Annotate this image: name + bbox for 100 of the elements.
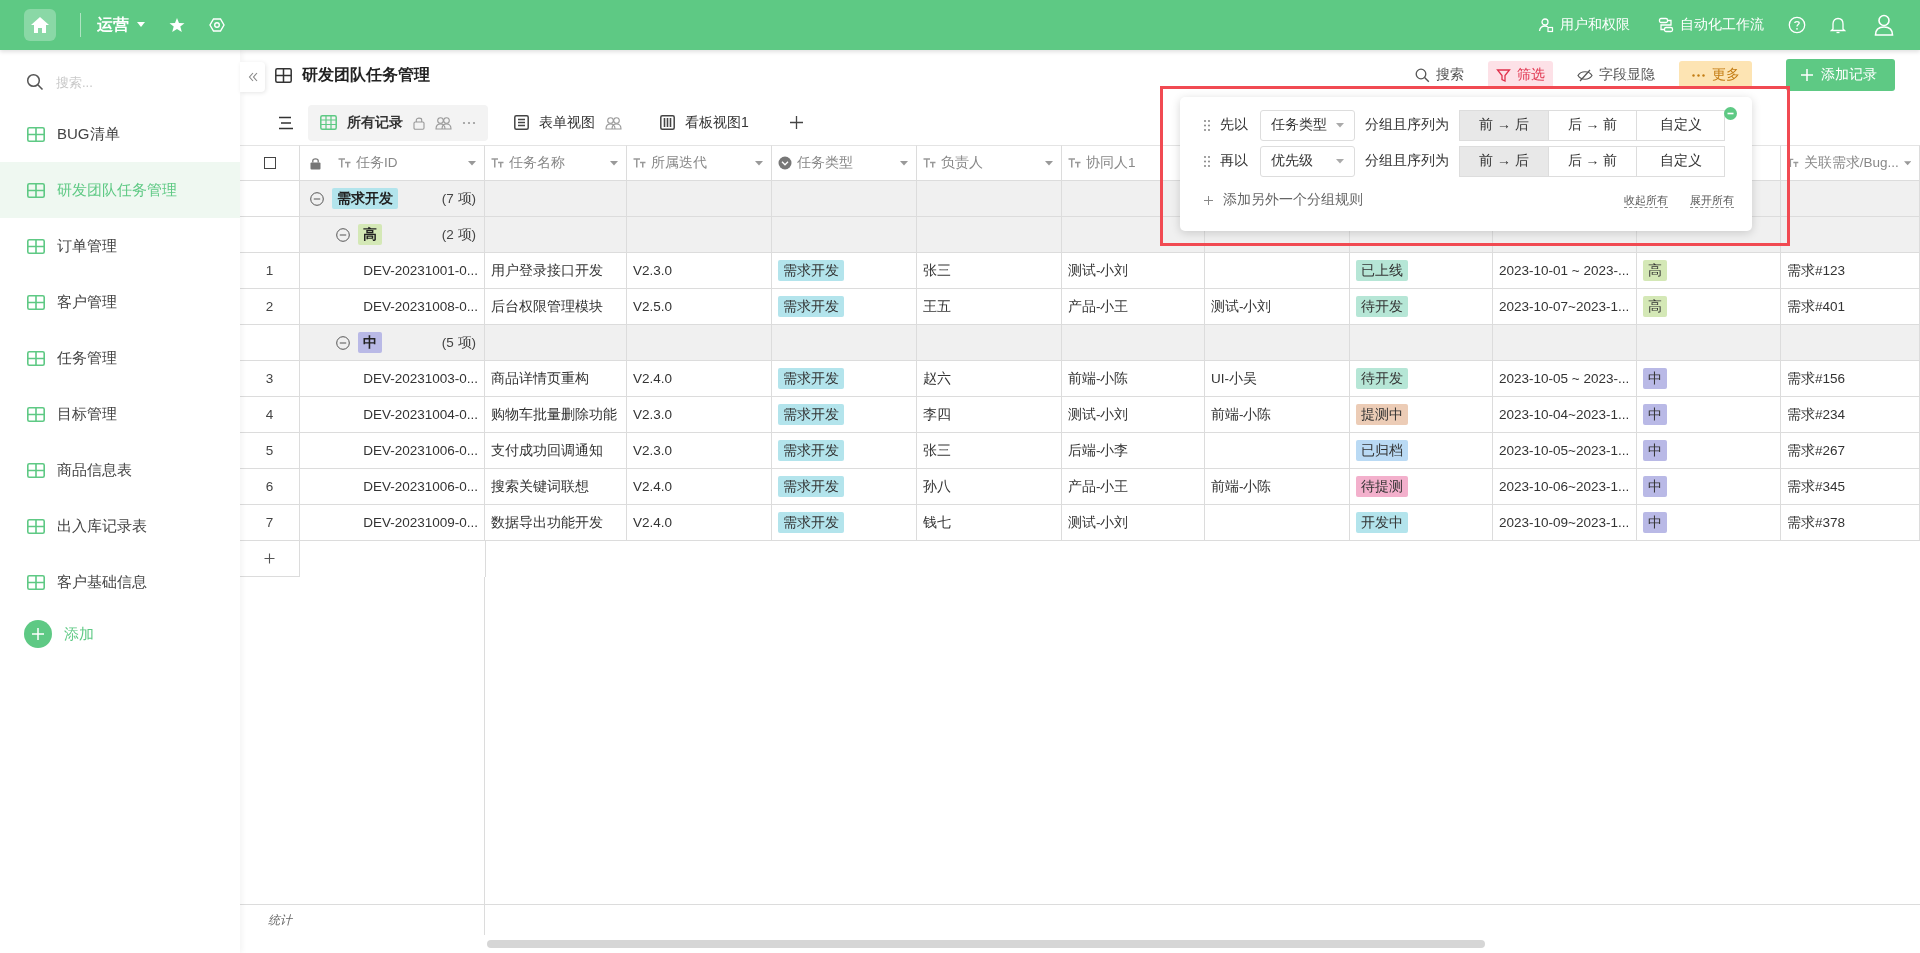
settings-icon[interactable] (209, 17, 225, 33)
table-icon (275, 67, 292, 83)
status-tag: 待开发 (1356, 296, 1408, 317)
sidebar-item[interactable]: 任务管理 (0, 330, 240, 386)
column-header[interactable]: 任务名称 (485, 145, 627, 181)
sidebar-item[interactable]: 目标管理 (0, 386, 240, 442)
sidebar-item[interactable]: 客户管理 (0, 274, 240, 330)
column-title: 关联需求/Bug... (1803, 154, 1899, 172)
toolbar-button[interactable]: 筛选 (1488, 61, 1553, 89)
status-tag: 待提测 (1356, 476, 1408, 497)
caret-icon[interactable] (468, 160, 476, 166)
sidebar-item[interactable]: BUG清单 (0, 106, 240, 162)
column-header[interactable]: 负责人 (917, 145, 1062, 181)
sidebar-item[interactable]: 订单管理 (0, 218, 240, 274)
text-field-icon (1068, 158, 1081, 168)
table-cell: 用户登录接口开发 (485, 253, 627, 289)
priority-tag: 中 (1643, 440, 1667, 461)
remove-icon[interactable] (1724, 107, 1737, 120)
dropdown-field-icon (778, 156, 792, 170)
home-button[interactable] (24, 9, 56, 41)
table-cell: 2023-10-06~2023-1... (1493, 469, 1637, 505)
table-cell: 数据导出功能开发 (485, 505, 627, 541)
expand-all-link[interactable]: 展开所有 (1690, 192, 1734, 208)
star-icon[interactable] (169, 17, 185, 33)
column-header[interactable]: 任务ID (300, 145, 485, 181)
status-tag: 提测中 (1356, 404, 1408, 425)
field-dropdown[interactable]: 优先级 (1260, 145, 1355, 177)
sidebar-item[interactable]: 客户基础信息 (0, 554, 240, 610)
view-tab[interactable]: 表单视图 (502, 104, 634, 141)
table-cell: DEV-20231001-0... (300, 253, 485, 289)
table-cell: V2.4.0 (627, 505, 772, 541)
table-cell: 需求#156 (1781, 361, 1920, 397)
caret-icon (1336, 122, 1344, 128)
toolbar-button[interactable]: 搜索 (1407, 61, 1472, 89)
table-cell: 2023-10-09~2023-1... (1493, 505, 1637, 541)
collapse-icon[interactable] (310, 191, 324, 206)
sidebar-item[interactable]: 商品信息表 (0, 442, 240, 498)
collapse-sidebar-button[interactable] (240, 62, 265, 92)
toolbar-button[interactable]: 字段显隐 (1569, 61, 1663, 89)
drag-handle-icon[interactable] (1204, 155, 1210, 167)
group-header[interactable]: 需求开发 (7 项) (300, 181, 485, 217)
select-all-checkbox[interactable] (263, 157, 276, 169)
group-count: (7 项) (441, 189, 477, 208)
sort-order-option[interactable]: 前 → 后 (1460, 110, 1548, 140)
collapse-icon[interactable] (336, 227, 350, 242)
type-tag: 需求开发 (778, 476, 844, 497)
group-header[interactable]: 中 (5 项) (300, 325, 485, 361)
user-avatar-icon[interactable] (1874, 14, 1894, 36)
table-cell: UI-小吴 (1205, 361, 1350, 397)
collapse-all-link[interactable]: 收起所有 (1624, 192, 1668, 208)
table-cell: 赵六 (917, 361, 1062, 397)
table-cell: 购物车批量删除功能 (485, 397, 627, 433)
column-title: 协同人1 (1086, 154, 1137, 172)
caret-icon[interactable] (610, 160, 618, 166)
search-icon (26, 73, 44, 91)
table-cell: V2.4.0 (627, 469, 772, 505)
row-number: 3 (240, 361, 300, 397)
table-cell: 孙八 (917, 469, 1062, 505)
collapse-icon[interactable] (336, 335, 350, 350)
view-tab[interactable]: 所有记录 (308, 104, 488, 141)
field-dropdown[interactable]: 任务类型 (1260, 109, 1355, 141)
caret-icon[interactable] (1903, 160, 1911, 166)
rule-prefix: 再以 (1220, 152, 1248, 170)
group-count: (5 项) (441, 333, 477, 352)
group-header[interactable]: 高 (2 项) (300, 217, 485, 253)
form-icon (514, 115, 529, 130)
view-tab-label: 表单视图 (539, 113, 595, 132)
menu-icon[interactable] (278, 115, 294, 130)
sidebar-item[interactable]: 出入库记录表 (0, 498, 240, 554)
priority-tag: 中 (1643, 368, 1667, 389)
table-icon (27, 574, 45, 590)
help-icon[interactable] (1788, 16, 1806, 34)
table-cell: 2023-10-01 ~ 2023-... (1493, 253, 1637, 289)
plus-icon (1800, 68, 1814, 82)
column-title: 任务类型 (797, 154, 854, 172)
more-icon[interactable] (462, 120, 476, 125)
eye-off-icon (1577, 67, 1593, 83)
table-cell: 2023-10-04~2023-1... (1493, 397, 1637, 433)
priority-tag: 高 (1643, 260, 1667, 281)
caret-icon[interactable] (755, 160, 763, 166)
sort-order-option[interactable]: 前 → 后 (1460, 146, 1548, 176)
drag-handle-icon[interactable] (1204, 119, 1210, 131)
status-tag: 已上线 (1356, 260, 1408, 281)
table-cell: 测试-小刘 (1062, 505, 1205, 541)
view-tab[interactable]: 看板视图1 (648, 104, 761, 141)
rule-label: 分组且序列为 (1365, 116, 1449, 134)
add-view-icon[interactable] (788, 115, 804, 130)
double-chevron-icon (247, 72, 258, 82)
page-title: 研发团队任务管理 (302, 64, 430, 85)
column-title: 任务名称 (509, 154, 566, 172)
column-header[interactable]: 所属迭代 (627, 145, 772, 181)
home-icon (30, 15, 50, 35)
caret-icon[interactable] (900, 160, 908, 166)
add-group-rule-button[interactable]: 添加另外一个分组规则 (1204, 191, 1363, 209)
table-cell: DEV-20231004-0... (300, 397, 485, 433)
priority-tag: 高 (1643, 296, 1667, 317)
caret-icon[interactable] (1045, 160, 1053, 166)
table-cell: DEV-20231006-0... (300, 433, 485, 469)
bell-icon[interactable] (1830, 16, 1846, 34)
horizontal-scrollbar[interactable] (487, 940, 1485, 948)
